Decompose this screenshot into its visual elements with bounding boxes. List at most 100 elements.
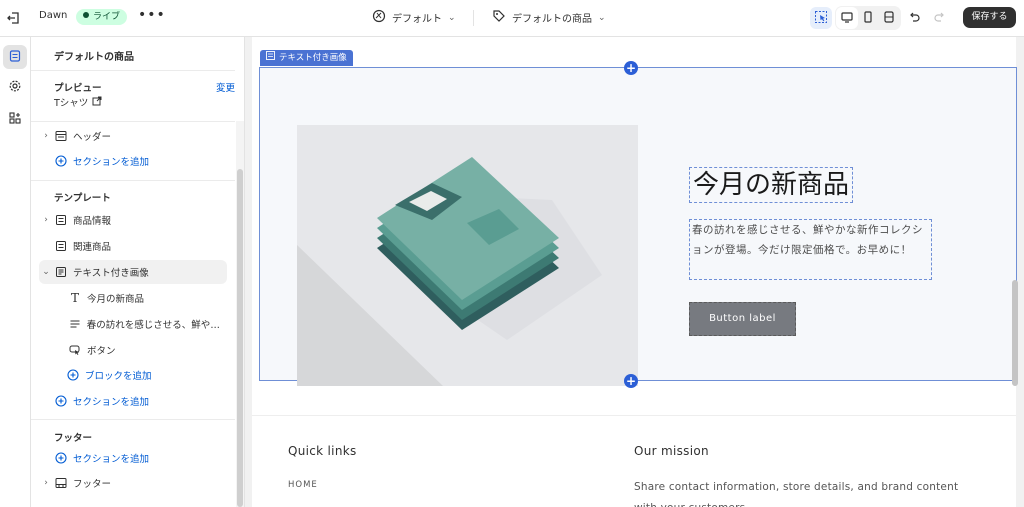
full-width-view-button[interactable] — [878, 7, 900, 29]
add-section-label: セクションを追加 — [73, 454, 150, 465]
template-label: デフォルトの商品 — [512, 14, 592, 25]
divider — [31, 180, 235, 181]
template-group-title: テンプレート — [54, 193, 111, 204]
quick-links-title: Quick links — [288, 444, 357, 458]
theme-label: デフォルト — [392, 14, 442, 25]
mission-title: Our mission — [634, 444, 709, 458]
preview-scrollbar[interactable] — [1012, 280, 1018, 386]
chevron-right-icon: › — [44, 131, 48, 141]
add-section-button[interactable]: セクションを追加 — [39, 446, 227, 470]
change-preview-link[interactable]: 変更 — [216, 80, 235, 94]
editor-nav-rail — [0, 37, 31, 507]
store-name: Dawn — [39, 10, 68, 21]
block-item-text[interactable]: 春の訪れを感じさせる、鮮やか... — [39, 312, 227, 336]
block-item-label: 春の訪れを感じさせる、鮮やか... — [86, 320, 227, 331]
section-tag-label: テキスト付き画像 — [279, 53, 347, 63]
sections-icon — [8, 48, 22, 67]
gear-icon — [8, 78, 22, 97]
sidebar-item-label: 商品情報 — [73, 216, 112, 227]
sidebar-item-header[interactable]: › ヘッダー — [39, 124, 227, 148]
image-with-text-section[interactable]: 今月の新商品 春の訪れを感じさせる、鮮やかな新作コレクションが登場。今だけ限定価… — [259, 67, 1017, 386]
plus-circle-icon — [53, 153, 69, 169]
sidebar-item-related-products[interactable]: 関連商品 — [39, 234, 227, 258]
footer-group-title: フッター — [54, 433, 93, 444]
header-layout-icon — [53, 128, 69, 144]
add-block-button[interactable]: ブロックを追加 — [39, 363, 227, 387]
toolbar-divider — [473, 10, 474, 26]
theme-icon — [372, 9, 386, 26]
button-pointer-icon — [67, 342, 83, 358]
footer-link-home[interactable]: HOME — [288, 480, 318, 490]
divider — [31, 121, 235, 122]
footer-layout-icon — [53, 475, 69, 491]
live-status-badge: ライブ — [76, 9, 128, 25]
exit-icon[interactable] — [4, 8, 24, 28]
sections-sidebar: デフォルトの商品 プレビュー 変更 Tシャツ › ヘッダー セクションを追加 テ… — [31, 37, 245, 507]
external-link-icon — [92, 96, 102, 109]
sidebar-item-product-info[interactable]: › 商品情報 — [39, 208, 227, 232]
preview-page: テキスト付き画像 今月の新商品 春の訪れを感じさせる、鮮やかな新作コレクションが… — [252, 37, 1017, 507]
section-body-text[interactable]: 春の訪れを感じさせる、鮮やかな新作コレクションが登場。今だけ限定価格で。お早めに… — [689, 219, 932, 280]
plus-circle-icon — [53, 393, 69, 409]
redo-icon — [933, 9, 947, 28]
inspector-toggle-button[interactable] — [810, 7, 832, 29]
desktop-icon — [840, 9, 854, 28]
sections-nav-button[interactable] — [3, 45, 27, 69]
add-section-button[interactable]: セクションを追加 — [39, 389, 227, 413]
chevron-down-icon: ⌄ — [598, 12, 606, 23]
apps-icon — [8, 110, 22, 129]
undo-button[interactable] — [903, 7, 925, 29]
chevron-down-icon: ⌄ — [42, 267, 50, 277]
tag-icon — [492, 9, 506, 26]
desktop-view-button[interactable] — [836, 7, 858, 29]
save-button[interactable]: 保存する — [963, 7, 1016, 28]
top-bar: Dawn ライブ ••• デフォルト ⌄ デフォルトの商品 ⌄ 保存する — [0, 0, 1024, 37]
mission-text: Share contact information, store details… — [634, 481, 959, 507]
add-section-above-button[interactable]: + — [624, 61, 638, 75]
sidebar-title: デフォルトの商品 — [54, 52, 134, 63]
divider — [31, 419, 235, 420]
block-item-label: 今月の新商品 — [87, 294, 145, 305]
add-section-label: セクションを追加 — [73, 397, 150, 408]
add-section-label: セクションを追加 — [73, 157, 150, 168]
section-heading[interactable]: 今月の新商品 — [689, 167, 854, 203]
section-cta-button[interactable]: Button label — [689, 302, 796, 336]
undo-icon — [907, 9, 921, 28]
image-with-text-icon — [53, 264, 69, 280]
theme-settings-nav-button[interactable] — [3, 75, 27, 99]
storefront-preview: テキスト付き画像 今月の新商品 春の訪れを感じさせる、鮮やかな新作コレクションが… — [245, 37, 1024, 507]
sidebar-scrollbar[interactable] — [237, 169, 243, 507]
product-image-placeholder[interactable] — [297, 125, 638, 386]
apps-nav-button[interactable] — [3, 107, 27, 131]
block-item-label: ボタン — [87, 346, 116, 357]
theme-selector[interactable]: デフォルト ⌄ — [372, 9, 456, 26]
chevron-right-icon: › — [44, 215, 48, 225]
add-section-button[interactable]: セクションを追加 — [39, 149, 227, 173]
plus-circle-icon — [53, 450, 69, 466]
mobile-view-button[interactable] — [857, 7, 879, 29]
more-actions-button[interactable]: ••• — [138, 7, 166, 23]
sidebar-item-footer[interactable]: › フッター — [39, 471, 227, 495]
template-selector[interactable]: デフォルトの商品 ⌄ — [492, 9, 606, 26]
block-item-button[interactable]: ボタン — [39, 338, 227, 362]
store-footer: Quick links HOME Our mission Share conta… — [252, 415, 1016, 507]
sidebar-item-image-with-text[interactable]: ⌄ テキスト付き画像 — [39, 260, 227, 284]
redo-button[interactable] — [929, 7, 951, 29]
sidebar-item-label: テキスト付き画像 — [73, 268, 149, 279]
sidebar-item-label: ヘッダー — [73, 132, 112, 143]
section-icon — [53, 212, 69, 228]
add-section-below-button[interactable]: + — [624, 374, 638, 388]
text-icon: T — [70, 291, 79, 305]
add-block-label: ブロックを追加 — [85, 371, 152, 382]
block-item-heading[interactable]: T 今月の新商品 — [39, 286, 227, 310]
preview-product[interactable]: Tシャツ — [54, 95, 102, 109]
section-selection-tag[interactable]: テキスト付き画像 — [260, 50, 353, 66]
section-icon — [53, 238, 69, 254]
expand-icon — [882, 9, 896, 28]
plus-circle-icon — [65, 367, 81, 383]
chevron-down-icon: ⌄ — [448, 12, 456, 23]
divider — [31, 70, 235, 71]
status-dot-icon — [83, 12, 89, 18]
preview-label: プレビュー — [54, 83, 102, 94]
chevron-right-icon: › — [44, 478, 48, 488]
